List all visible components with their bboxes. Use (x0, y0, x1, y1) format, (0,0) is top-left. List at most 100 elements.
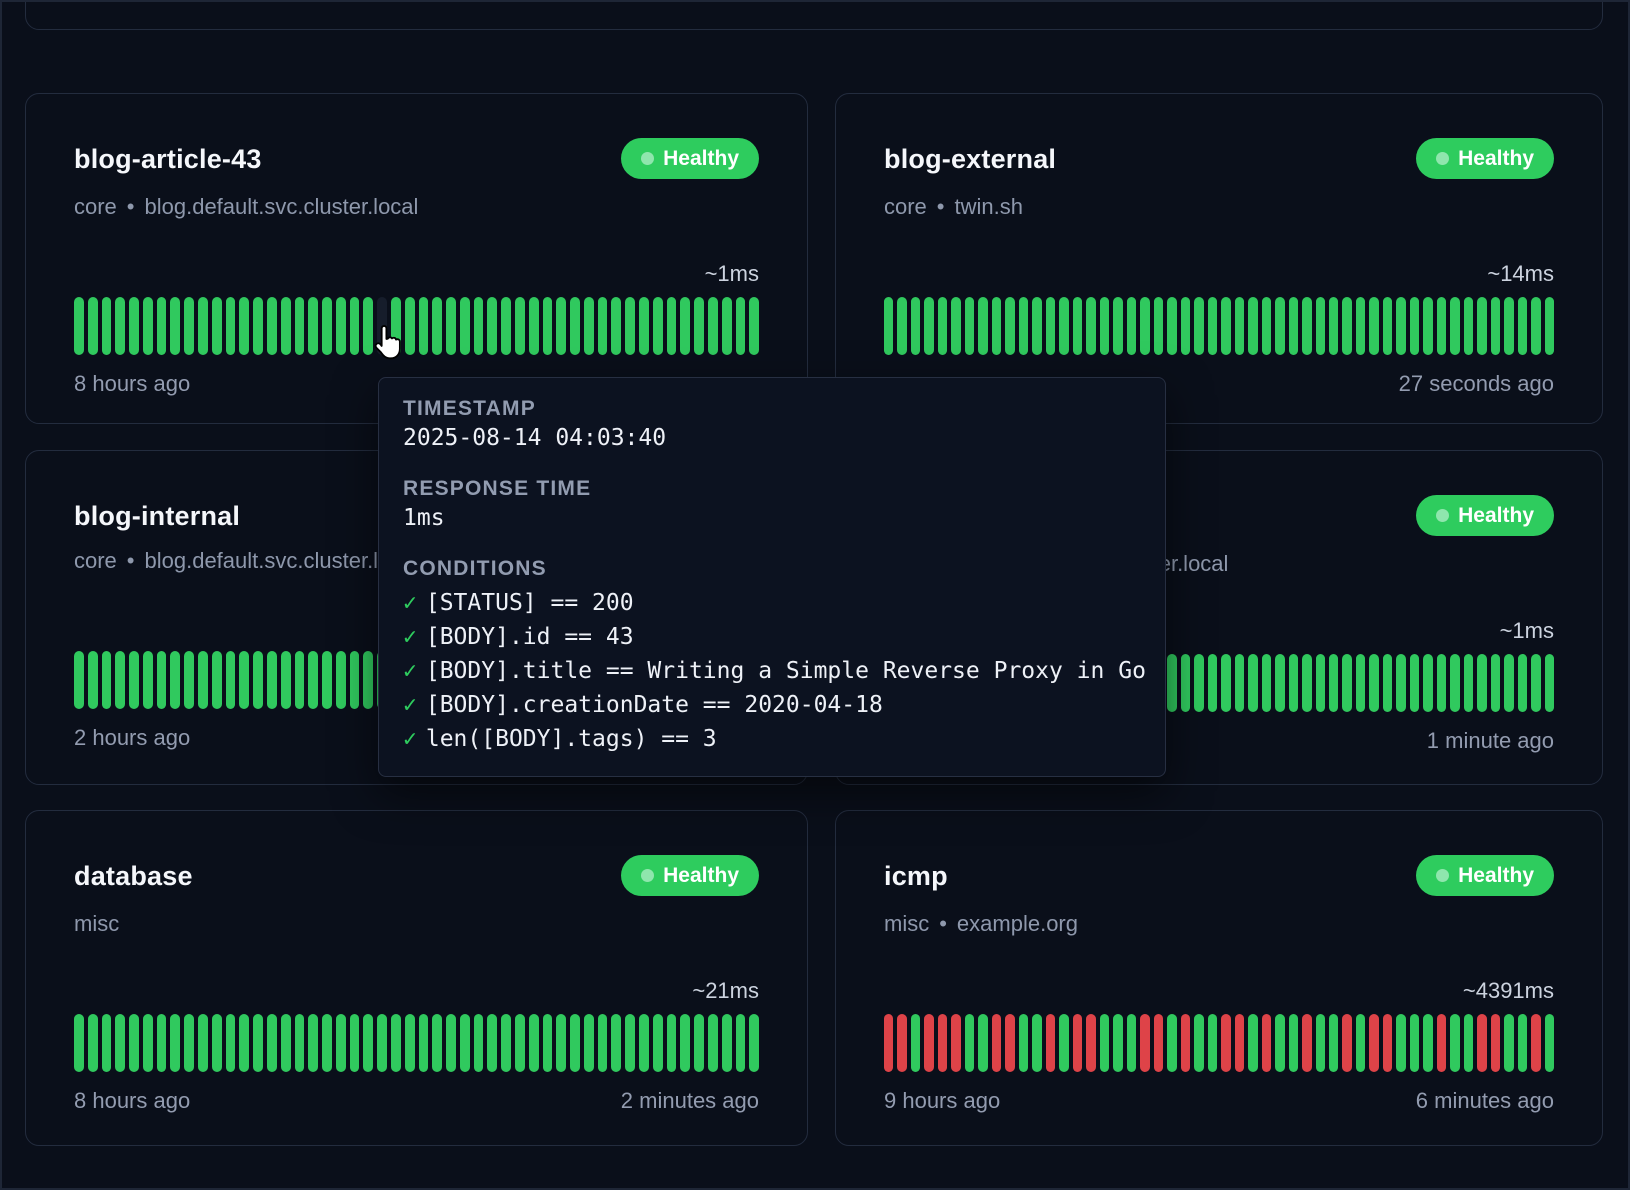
status-bar[interactable] (639, 1014, 649, 1072)
status-bar[interactable] (295, 1014, 305, 1072)
status-bar[interactable] (1127, 297, 1136, 355)
status-bar[interactable] (1491, 1014, 1500, 1072)
status-bar[interactable] (281, 297, 291, 355)
endpoint-card-database[interactable]: database Healthy misc ~21ms 8 hours ago … (25, 810, 808, 1146)
status-bar[interactable] (1410, 1014, 1419, 1072)
status-bar[interactable] (1464, 297, 1473, 355)
status-bar[interactable] (74, 297, 84, 355)
status-bar[interactable] (350, 1014, 360, 1072)
status-bar[interactable] (1531, 1014, 1540, 1072)
status-bar[interactable] (336, 651, 346, 709)
status-bar[interactable] (226, 297, 236, 355)
status-bar[interactable] (1383, 654, 1392, 712)
status-bar[interactable] (1194, 1014, 1203, 1072)
status-bar[interactable] (1342, 654, 1351, 712)
status-bar[interactable] (1262, 1014, 1271, 1072)
status-bar[interactable] (74, 1014, 84, 1072)
status-bar[interactable] (115, 651, 125, 709)
status-bar[interactable] (653, 297, 663, 355)
status-bar[interactable] (911, 1014, 920, 1072)
status-bar[interactable] (1316, 654, 1325, 712)
status-bar[interactable] (611, 1014, 621, 1072)
status-bar[interactable] (1181, 654, 1190, 712)
status-bar[interactable] (1329, 297, 1338, 355)
status-bar[interactable] (129, 297, 139, 355)
status-bar[interactable] (88, 297, 98, 355)
status-bar[interactable] (446, 297, 456, 355)
status-bar[interactable] (1235, 1014, 1244, 1072)
status-bar[interactable] (1221, 297, 1230, 355)
status-bar[interactable] (1059, 297, 1068, 355)
status-bar[interactable] (1032, 297, 1041, 355)
status-bar[interactable] (1316, 297, 1325, 355)
status-bar[interactable] (1100, 1014, 1109, 1072)
status-bar[interactable] (1194, 297, 1203, 355)
status-bar[interactable] (419, 297, 429, 355)
status-bar[interactable] (1369, 654, 1378, 712)
status-bar[interactable] (1423, 297, 1432, 355)
status-bar[interactable] (322, 651, 332, 709)
status-bar[interactable] (1235, 654, 1244, 712)
status-bar[interactable] (529, 1014, 539, 1072)
status-bar[interactable] (667, 297, 677, 355)
status-bar[interactable] (1019, 1014, 1028, 1072)
status-bar[interactable] (419, 1014, 429, 1072)
status-bar[interactable] (129, 1014, 139, 1072)
endpoint-card-icmp[interactable]: icmp Healthy misc•example.org ~4391ms 9 … (835, 810, 1603, 1146)
status-bar[interactable] (460, 297, 470, 355)
status-bar[interactable] (1248, 1014, 1257, 1072)
status-bar[interactable] (1262, 297, 1271, 355)
status-bar[interactable] (1329, 654, 1338, 712)
status-bar[interactable] (198, 1014, 208, 1072)
status-bar[interactable] (951, 297, 960, 355)
status-bar[interactable] (1356, 1014, 1365, 1072)
status-bar[interactable] (1289, 1014, 1298, 1072)
status-bar[interactable] (1086, 297, 1095, 355)
status-bar[interactable] (1289, 654, 1298, 712)
status-bar[interactable] (336, 297, 346, 355)
status-bar[interactable] (1518, 654, 1527, 712)
status-bar[interactable] (1396, 1014, 1405, 1072)
status-bar[interactable] (487, 1014, 497, 1072)
status-bar[interactable] (295, 651, 305, 709)
status-bar[interactable] (1167, 654, 1176, 712)
status-bar[interactable] (295, 297, 305, 355)
status-bar[interactable] (1369, 1014, 1378, 1072)
status-bar[interactable] (198, 651, 208, 709)
status-bar[interactable] (1167, 297, 1176, 355)
status-bar[interactable] (1073, 1014, 1082, 1072)
status-bar[interactable] (1437, 654, 1446, 712)
status-bar[interactable] (1167, 1014, 1176, 1072)
status-bar[interactable] (1302, 654, 1311, 712)
status-bar[interactable] (1140, 1014, 1149, 1072)
status-bar[interactable] (1504, 1014, 1513, 1072)
status-bar[interactable] (281, 651, 291, 709)
status-bar[interactable] (1059, 1014, 1068, 1072)
status-bar[interactable] (350, 297, 360, 355)
status-bar[interactable] (653, 1014, 663, 1072)
status-bar[interactable] (1127, 1014, 1136, 1072)
status-bar[interactable] (1545, 297, 1554, 355)
status-bar[interactable] (501, 1014, 511, 1072)
status-bar[interactable] (1302, 297, 1311, 355)
status-bar[interactable] (239, 297, 249, 355)
status-bar[interactable] (1032, 1014, 1041, 1072)
status-bar[interactable] (694, 1014, 704, 1072)
status-bar[interactable] (1356, 654, 1365, 712)
status-bar[interactable] (1518, 297, 1527, 355)
status-bar[interactable] (308, 297, 318, 355)
status-bar[interactable] (884, 297, 893, 355)
status-bar[interactable] (405, 297, 415, 355)
uptime-bar-strip[interactable] (884, 1014, 1554, 1072)
status-bar[interactable] (1450, 297, 1459, 355)
status-bar[interactable] (1423, 1014, 1432, 1072)
status-bar[interactable] (515, 1014, 525, 1072)
status-bar[interactable] (474, 1014, 484, 1072)
status-bar[interactable] (978, 1014, 987, 1072)
status-bar[interactable] (405, 1014, 415, 1072)
status-bar[interactable] (584, 1014, 594, 1072)
status-bar[interactable] (267, 1014, 277, 1072)
status-bar[interactable] (226, 651, 236, 709)
uptime-bar-strip[interactable] (74, 297, 759, 355)
status-bar[interactable] (543, 297, 553, 355)
